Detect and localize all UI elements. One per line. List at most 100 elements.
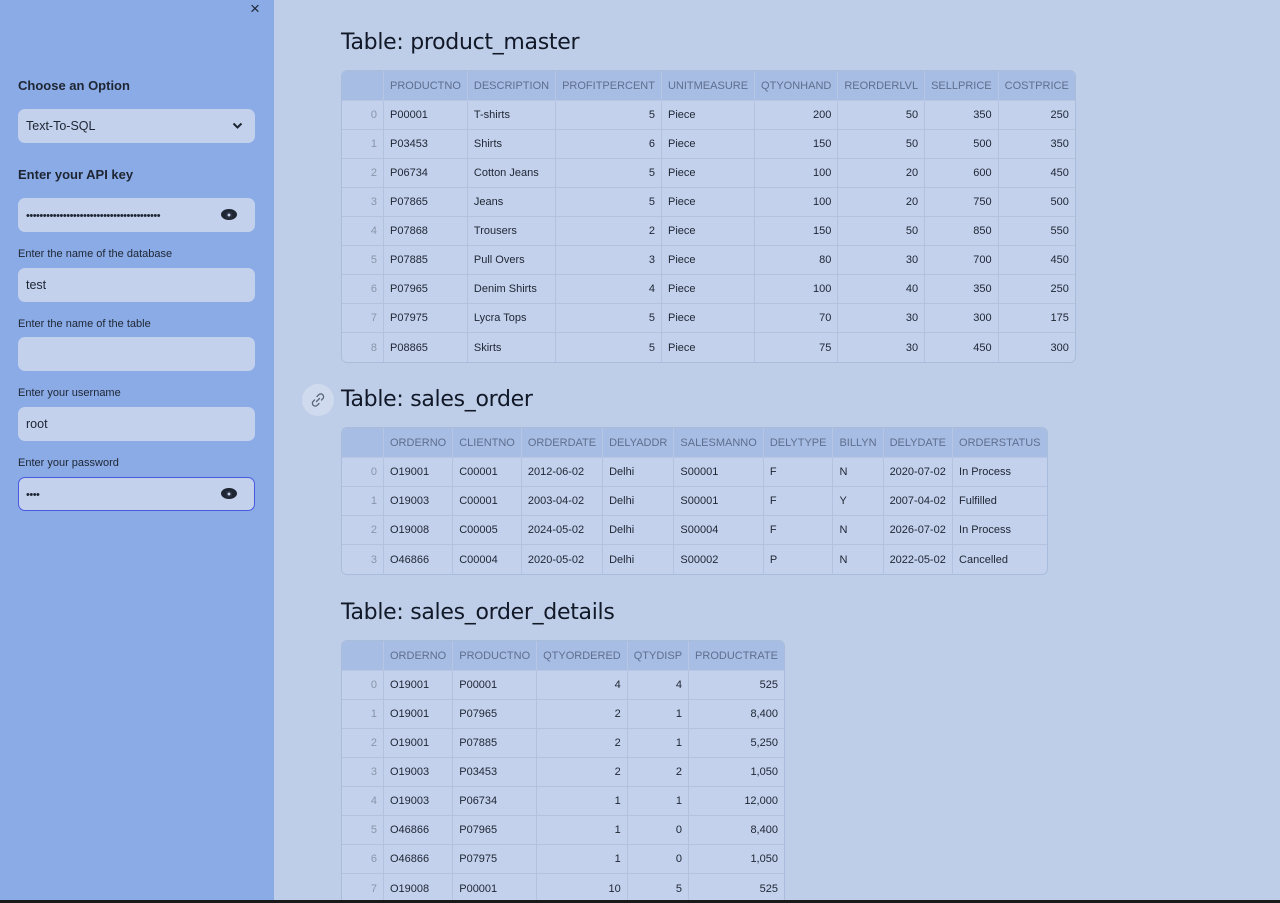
database-input[interactable]: test	[18, 268, 255, 302]
table-cell[interactable]: P07965	[453, 816, 538, 845]
column-header[interactable]: SALESMANNO	[674, 428, 764, 458]
table-cell[interactable]: 30	[838, 304, 926, 333]
table-cell[interactable]: Fulfilled	[953, 487, 1047, 516]
table-cell[interactable]: 2020-07-02	[883, 458, 954, 487]
table-cell[interactable]: 30	[838, 246, 926, 275]
row-index[interactable]: 0	[342, 671, 384, 700]
table-cell[interactable]: 10	[537, 874, 628, 903]
table-cell[interactable]: Piece	[661, 101, 756, 130]
column-header[interactable]: QTYORDERED	[537, 641, 628, 671]
table-cell[interactable]: 6	[556, 130, 662, 159]
column-header[interactable]: DELYDATE	[883, 428, 954, 458]
table-cell[interactable]: O19001	[384, 729, 454, 758]
table-cell[interactable]: 5	[556, 101, 662, 130]
row-index[interactable]: 1	[342, 487, 384, 516]
api-key-input[interactable]: ••••••••••••••••••••••••••••••••••••••••	[18, 198, 255, 232]
row-index[interactable]: 5	[342, 246, 384, 275]
table-cell[interactable]: Delhi	[603, 458, 675, 487]
table-cell[interactable]: 1	[627, 729, 690, 758]
table-cell[interactable]: 1	[627, 787, 690, 816]
table-cell[interactable]: P06734	[384, 159, 468, 188]
row-index[interactable]: 0	[342, 101, 384, 130]
table-cell[interactable]: C00005	[453, 516, 522, 545]
column-header[interactable]: BILLYN	[833, 428, 884, 458]
table-cell[interactable]: O19001	[384, 671, 454, 700]
row-index[interactable]: 3	[342, 545, 384, 574]
table-cell[interactable]: 20	[838, 188, 926, 217]
column-header[interactable]: ORDERSTATUS	[953, 428, 1047, 458]
table-cell[interactable]: P03453	[384, 130, 468, 159]
row-index[interactable]: 4	[342, 787, 384, 816]
table-cell[interactable]: O19008	[384, 516, 454, 545]
table-cell[interactable]: 4	[537, 671, 628, 700]
table-cell[interactable]: O46866	[384, 816, 454, 845]
table-cell[interactable]: P00001	[453, 874, 538, 903]
table-cell[interactable]: 0	[627, 816, 690, 845]
table-cell[interactable]: 2012-06-02	[521, 458, 604, 487]
column-header[interactable]: DELYTYPE	[763, 428, 834, 458]
column-header[interactable]: PRODUCTRATE	[689, 641, 784, 671]
table-cell[interactable]: 2	[537, 700, 628, 729]
table-cell[interactable]: P07865	[384, 188, 468, 217]
row-index[interactable]: 2	[342, 516, 384, 545]
table-cell[interactable]: 450	[925, 333, 999, 362]
link-icon[interactable]	[302, 384, 334, 416]
row-index[interactable]: 2	[342, 159, 384, 188]
table-cell[interactable]: 40	[838, 275, 926, 304]
table-cell[interactable]: 525	[689, 671, 784, 700]
column-header[interactable]: ORDERDATE	[521, 428, 604, 458]
table-cell[interactable]: Piece	[661, 275, 756, 304]
table-cell[interactable]: 20	[838, 159, 926, 188]
table-cell[interactable]: Piece	[661, 304, 756, 333]
data-table-sales-order-details[interactable]: ORDERNO PRODUCTNO QTYORDERED QTYDISP PRODUCT…	[341, 640, 785, 903]
table-cell[interactable]: Cancelled	[953, 545, 1047, 574]
table-cell[interactable]: P07965	[453, 700, 538, 729]
column-header[interactable]: PRODUCTNO	[384, 71, 468, 101]
close-sidebar-button[interactable]: ×	[245, 0, 265, 18]
table-cell[interactable]: 2	[537, 729, 628, 758]
table-cell[interactable]: 5	[556, 304, 662, 333]
table-cell[interactable]: C00001	[453, 487, 522, 516]
table-cell[interactable]: 0	[627, 845, 690, 874]
row-index[interactable]: 8	[342, 333, 384, 362]
table-cell[interactable]: In Process	[953, 516, 1047, 545]
column-header[interactable]: REORDERLVL	[838, 71, 926, 101]
table-cell[interactable]: O19003	[384, 787, 454, 816]
row-index[interactable]: 3	[342, 188, 384, 217]
table-cell[interactable]: 1	[537, 816, 628, 845]
table-cell[interactable]: 1	[537, 845, 628, 874]
table-cell[interactable]: 50	[838, 101, 926, 130]
table-cell[interactable]: 100	[755, 275, 839, 304]
table-cell[interactable]: Delhi	[603, 516, 675, 545]
table-cell[interactable]: O19003	[384, 758, 454, 787]
table-cell[interactable]: P07885	[384, 246, 468, 275]
table-cell[interactable]: 2	[556, 217, 662, 246]
table-cell[interactable]: Delhi	[603, 487, 675, 516]
table-cell[interactable]: 2026-07-02	[883, 516, 954, 545]
column-header[interactable]: QTYDISP	[627, 641, 690, 671]
table-cell[interactable]: 8,400	[689, 700, 784, 729]
table-cell[interactable]: Piece	[661, 246, 756, 275]
table-cell[interactable]: T-shirts	[467, 101, 557, 130]
table-cell[interactable]: P06734	[453, 787, 538, 816]
table-cell[interactable]: 1,050	[689, 845, 784, 874]
table-cell[interactable]: P07965	[384, 275, 468, 304]
table-cell[interactable]: 5	[556, 159, 662, 188]
index-header[interactable]	[342, 641, 384, 671]
column-header[interactable]: DESCRIPTION	[467, 71, 557, 101]
table-cell[interactable]: 2024-05-02	[521, 516, 604, 545]
table-cell[interactable]: 250	[998, 101, 1075, 130]
table-cell[interactable]: P00001	[384, 101, 468, 130]
table-cell[interactable]: 100	[755, 188, 839, 217]
table-cell[interactable]: 450	[998, 246, 1075, 275]
table-cell[interactable]: 1	[627, 700, 690, 729]
column-header[interactable]: SELLPRICE	[925, 71, 999, 101]
table-cell[interactable]: Shirts	[467, 130, 557, 159]
show-password-icon[interactable]	[221, 488, 237, 500]
show-password-icon[interactable]	[221, 209, 237, 221]
table-cell[interactable]: 750	[925, 188, 999, 217]
row-index[interactable]: 1	[342, 130, 384, 159]
table-cell[interactable]: N	[833, 516, 884, 545]
column-header[interactable]: ORDERNO	[384, 428, 454, 458]
column-header[interactable]: ORDERNO	[384, 641, 454, 671]
